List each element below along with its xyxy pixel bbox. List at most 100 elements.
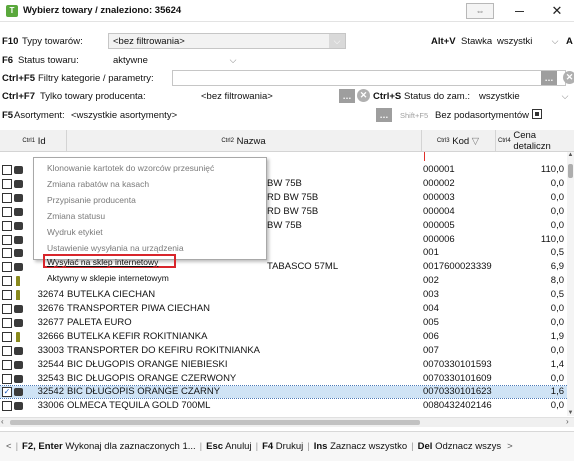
product-box-icon (14, 207, 23, 216)
cell-price: 0,0 (550, 344, 564, 356)
row-checkbox[interactable] (2, 220, 12, 231)
category-shortcut: Ctrl+F5 (2, 72, 35, 84)
row-checkbox[interactable] (2, 178, 12, 189)
row-checkbox[interactable]: ✓ (2, 387, 12, 398)
column-header-code[interactable]: Ctrl 3 Kod ▽ (421, 130, 495, 152)
row-checkbox[interactable] (2, 262, 12, 273)
action-print[interactable]: F4 Drukuj (262, 441, 303, 452)
chevron-down-icon: ⌵ (551, 35, 559, 46)
scroll-left-icon[interactable]: ‹ (1, 417, 4, 426)
order-status-select[interactable]: wszystkie ⌵ (474, 88, 574, 104)
category-clear-icon[interactable]: ✕ (563, 71, 574, 84)
types-select[interactable]: <bez filtrowania> ⌵ (108, 33, 346, 49)
column-header-price[interactable]: Ctrl 4 Cena detaliczn (495, 130, 574, 152)
row-checkbox[interactable] (2, 290, 12, 301)
table-row[interactable]: 32674 BUTELKA CIECHAN 003 0,5 (0, 289, 568, 301)
filter-category-row: Ctrl+F5 Filtry kategorie / parametry: … … (0, 70, 574, 86)
scroll-right-icon[interactable]: › (566, 417, 569, 426)
row-checkbox[interactable] (2, 373, 12, 384)
assortment-browse-button[interactable]: … (376, 108, 392, 122)
context-menu: Klonowanie kartotek do wzorców przesunię… (33, 157, 267, 283)
chevron-right-icon[interactable]: > (507, 441, 513, 452)
scroll-up-icon[interactable]: ▲ (567, 152, 574, 158)
row-checkbox[interactable] (2, 401, 12, 412)
close-button[interactable]: ✕ (540, 0, 574, 22)
row-checkbox[interactable] (2, 331, 12, 342)
menu-item-discounts[interactable]: Zmiana rabatów na kasach (47, 178, 149, 190)
menu-item-assign-producer[interactable]: Przypisanie producenta (47, 194, 136, 206)
assortment-input[interactable]: <wszystkie asortymenty> (66, 107, 374, 123)
status-select[interactable]: aktywne ⌵ (108, 52, 242, 68)
row-checkbox[interactable] (2, 317, 12, 328)
cell-price: 8,0 (550, 275, 564, 287)
producer-input[interactable]: <bez filtrowania> (196, 88, 356, 104)
vertical-scroll-thumb[interactable] (568, 164, 573, 178)
price-trailing: A (566, 35, 573, 47)
cell-id: 33003 (37, 344, 64, 356)
cell-price: 0,0 (550, 191, 564, 203)
cell-name: TRANSPORTER DO KEFIRU ROKITNIANKA (67, 344, 261, 356)
row-checkbox[interactable] (2, 165, 12, 175)
horizontal-scroll-thumb[interactable] (10, 420, 420, 425)
filter-producer-row: Ctrl+F7 Tylko towary producenta: <bez fi… (0, 88, 574, 104)
menu-item-device-sending[interactable]: Ustawienie wysyłania na urządzenia (47, 242, 184, 254)
menu-item-print-labels[interactable]: Wydruk etykiet (47, 226, 103, 238)
price-shortcut: Alt+V (431, 35, 456, 47)
cell-code: 000004 (423, 205, 455, 217)
product-box-icon (14, 305, 23, 313)
menu-item-clone[interactable]: Klonowanie kartotek do wzorców przesunię… (47, 162, 214, 174)
row-checkbox[interactable] (2, 345, 12, 356)
vertical-scrollbar[interactable]: ▲ ▼ (567, 152, 574, 416)
row-checkbox[interactable] (2, 359, 12, 370)
table-row[interactable]: 32543 BIC DŁUGOPIS ORANGE CZERWONY 0070330… (0, 373, 568, 385)
table-row[interactable]: 32666 BUTELKA KEFIR ROKITNIANKA 006 1,9 (0, 331, 568, 343)
row-checkbox[interactable] (2, 276, 12, 287)
product-box-icon (14, 318, 23, 327)
column-header-id[interactable]: Ctrl 1 Id (14, 130, 54, 152)
cell-code: 000002 (423, 177, 455, 189)
cell-price: 0,0 (550, 177, 564, 189)
scroll-down-icon[interactable]: ▼ (567, 410, 574, 416)
category-browse-button[interactable]: … (541, 71, 557, 85)
product-box-icon (14, 402, 23, 411)
window-title: Wybierz towary / znaleziono: 35624 (23, 5, 182, 16)
cell-code: 0080432402146 (423, 400, 492, 412)
menu-item-active-in-eshop[interactable]: Aktywny w sklepie internetowym (47, 272, 169, 284)
cell-id: 32677 (37, 316, 64, 328)
menu-item-send-to-eshop[interactable]: Wysyłać na sklep internetowy (47, 256, 158, 268)
action-deselect-all[interactable]: Del Odznacz wszys (418, 441, 501, 452)
row-checkbox[interactable] (2, 304, 12, 314)
table-row[interactable]: 33003 TRANSPORTER DO KEFIRU ROKITNIANKA 00… (0, 345, 568, 357)
close-icon: ✕ (551, 3, 563, 18)
horizontal-scrollbar[interactable]: ‹ › (0, 417, 574, 427)
category-input[interactable] (172, 70, 566, 86)
table-row[interactable]: 33006 OLMECA TEQUILA GOLD 700ML 0080432402… (0, 400, 568, 412)
product-box-icon (14, 249, 23, 258)
price-select[interactable]: wszystki ⌵ (492, 33, 564, 49)
table-row[interactable]: 32544 BIC DŁUGOPIS ORANGE NIEBIESKI 007033… (0, 359, 568, 371)
table-row[interactable]: 32676 TRANSPORTER PIWA CIECHAN 004 0,0 (0, 303, 568, 315)
row-checkbox[interactable] (2, 234, 12, 245)
cell-name: OLMECA TEQUILA GOLD 700ML (67, 400, 211, 412)
menu-item-change-status[interactable]: Zmiana statusu (47, 210, 105, 222)
column-header-name[interactable]: Ctrl 2 Nazwa (66, 130, 421, 152)
no-subassortment-checkbox[interactable] (532, 109, 542, 119)
action-select-all[interactable]: Ins Zaznacz wszystko (314, 441, 407, 452)
producer-clear-icon[interactable]: ✕ (357, 89, 370, 102)
category-label: Filtry kategorie / parametry: (38, 72, 154, 84)
row-checkbox[interactable] (2, 248, 12, 259)
row-checkbox[interactable] (2, 192, 12, 203)
cell-price: 0,0 (550, 400, 564, 412)
table-row[interactable]: 32677 PALETA EURO 005 0,0 (0, 317, 568, 329)
restore-size-button[interactable]: ⇔ (466, 3, 494, 19)
minimize-button[interactable] (502, 0, 536, 22)
row-checkbox[interactable] (2, 206, 12, 217)
cell-price: 0,5 (550, 247, 564, 259)
table-row[interactable]: ✓ 32542 BIC DŁUGOPIS ORANGE CZARNY 00703301… (0, 385, 569, 400)
producer-browse-button[interactable]: … (339, 89, 355, 103)
action-execute[interactable]: F2, Enter Wykonaj dla zaznaczonych 1... (22, 441, 196, 452)
status-value: aktywne (113, 54, 148, 66)
action-cancel[interactable]: Esc Anuluj (206, 441, 251, 452)
order-status-value: wszystkie (479, 90, 520, 102)
chevron-left-icon[interactable]: < (6, 441, 12, 452)
